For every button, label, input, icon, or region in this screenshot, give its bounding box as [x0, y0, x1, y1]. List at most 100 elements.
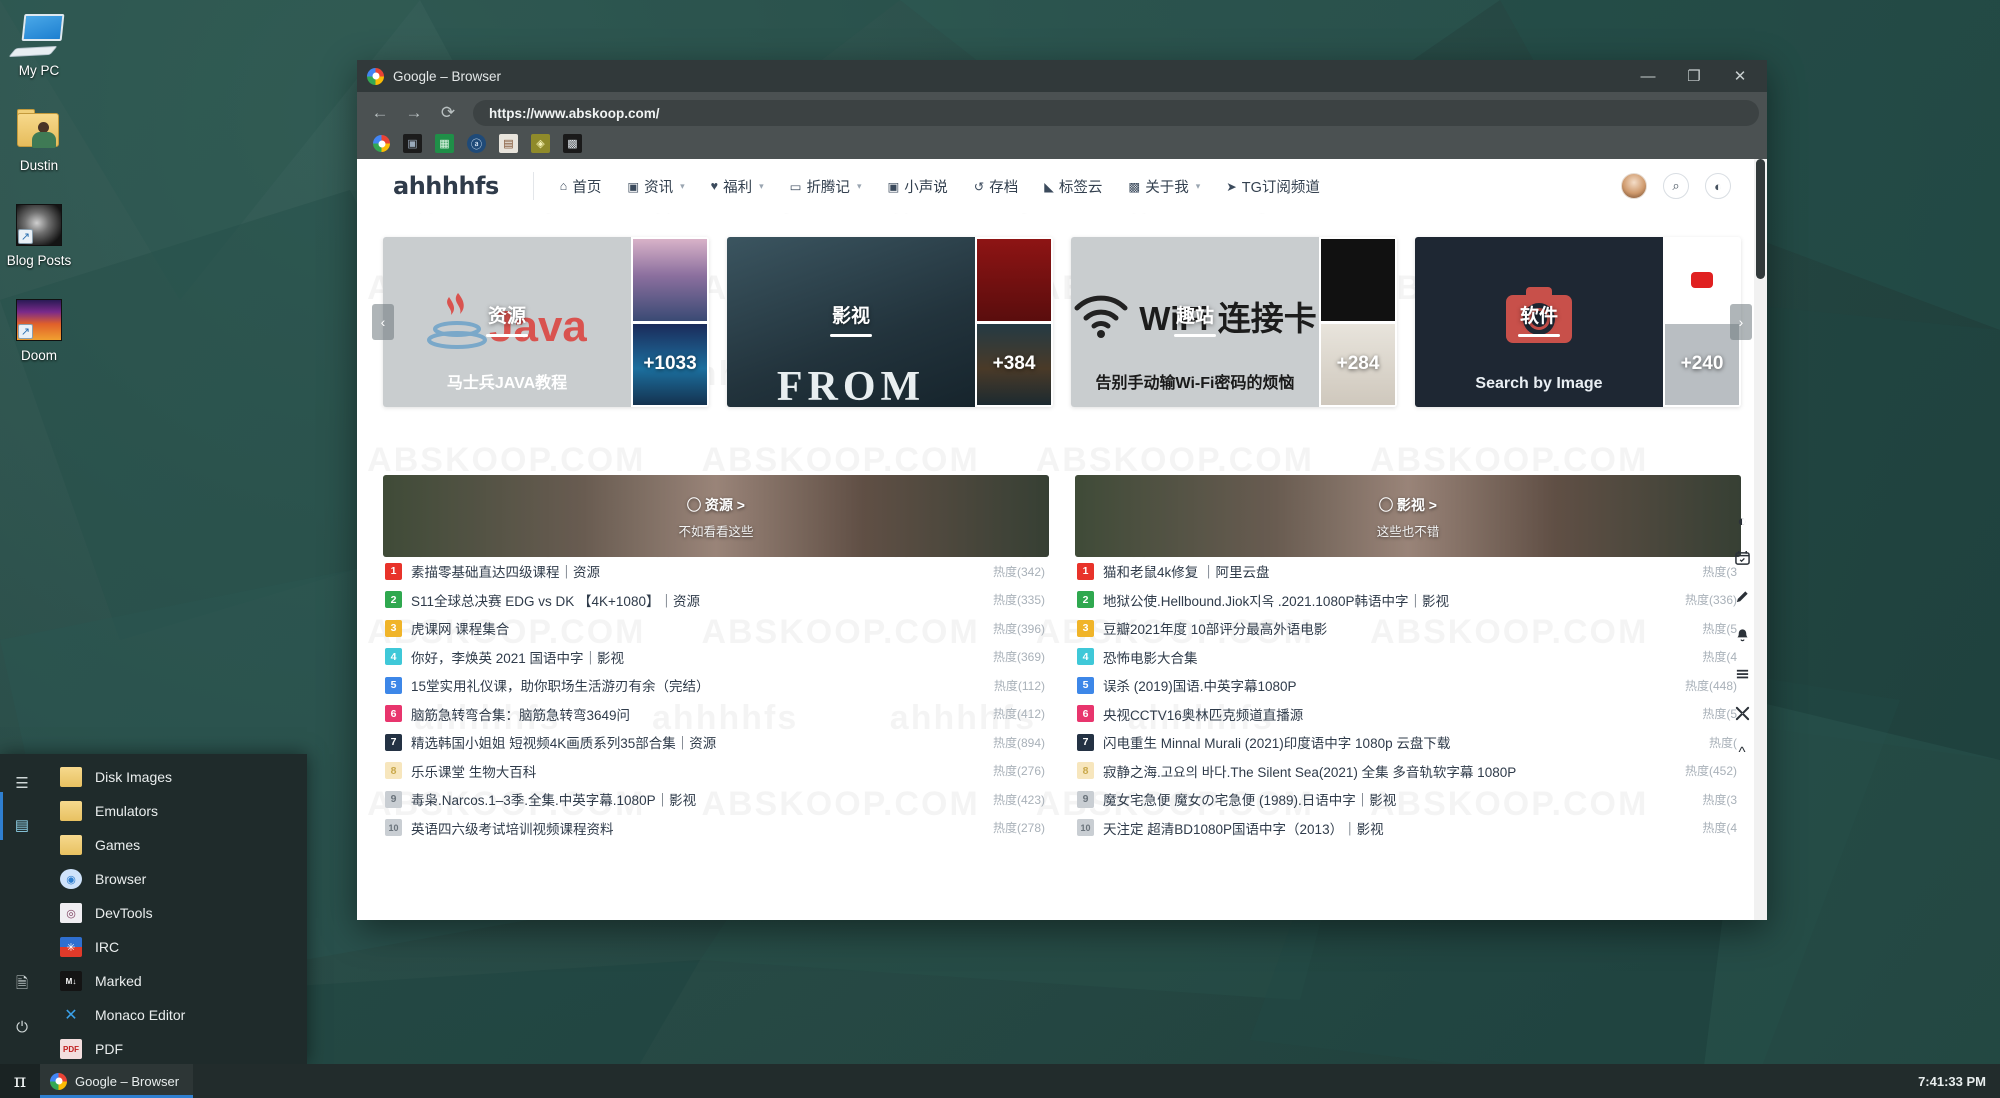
- hot-list-row[interactable]: 10天注定 超清BD1080P国语中字（2013）｜影视热度(4: [1075, 814, 1741, 843]
- carousel-prev-button[interactable]: ‹: [372, 304, 394, 340]
- carousel-thumb[interactable]: +384: [977, 324, 1051, 406]
- desktop-icon-dustin[interactable]: Dustin: [0, 105, 78, 174]
- nav-item-telegram[interactable]: ➤ TG订阅频道: [1226, 176, 1320, 197]
- hot-row-title: 脑筋急转弯合集：脑筋急转弯3649问: [411, 704, 983, 724]
- nav-item-tagcloud[interactable]: ◣ 标签云: [1044, 176, 1102, 197]
- calendar-icon[interactable]: [1735, 550, 1750, 568]
- appmenu-item-irc[interactable]: ✳ IRC: [54, 930, 307, 964]
- carousel-card-main[interactable]: 软件 Search by Image: [1415, 237, 1663, 407]
- spreadsheet-bookmark-icon[interactable]: ▦: [435, 134, 454, 153]
- photo-bookmark-icon[interactable]: ▣: [403, 134, 422, 153]
- hot-list-row[interactable]: 6央视CCTV16奥林匹克频道直播源热度(5: [1075, 700, 1741, 729]
- theme-toggle-icon[interactable]: ◐: [1737, 514, 1746, 529]
- carousel-card[interactable]: WiFi 连接卡 趣站 告别手动输Wi-Fi密码的烦恼 +284: [1071, 237, 1397, 407]
- bell-icon[interactable]: [1735, 628, 1750, 646]
- hot-list-row[interactable]: 4你好，李焕英 2021 国语中字｜影视热度(369): [383, 643, 1049, 672]
- carousel-thumb[interactable]: [977, 239, 1051, 321]
- box-bookmark-icon[interactable]: ◈: [531, 134, 550, 153]
- appmenu-item-pdf[interactable]: PDF PDF: [54, 1032, 307, 1066]
- hot-list-row[interactable]: 2地狱公使.Hellbound.Jiok지옥 .2021.1080P韩语中字｜影…: [1075, 586, 1741, 615]
- search-icon[interactable]: ⌕: [1663, 173, 1689, 199]
- window-titlebar[interactable]: Google – Browser — ❐ ✕: [357, 60, 1767, 92]
- scroll-top-icon[interactable]: ^: [1738, 745, 1745, 760]
- forward-button[interactable]: →: [399, 98, 429, 128]
- carousel-thumb[interactable]: +240: [1665, 324, 1739, 406]
- nav-item-about[interactable]: ▩ 关于我 ▾: [1128, 176, 1200, 197]
- nav-item-whisper[interactable]: ▣ 小声说: [887, 176, 947, 197]
- hot-list-row[interactable]: 6脑筋急转弯合集：脑筋急转弯3649问热度(412): [383, 700, 1049, 729]
- carousel-thumb[interactable]: [1665, 239, 1739, 321]
- printer-bookmark-icon[interactable]: ▩: [563, 134, 582, 153]
- carousel-thumb[interactable]: +1033: [633, 324, 707, 406]
- hot-list-row[interactable]: 7闪电重生 Minnal Murali (2021)印度语中字 1080p 云盘…: [1075, 728, 1741, 757]
- nav-item-home[interactable]: ⌂ 首页: [560, 176, 602, 197]
- hamburger-icon[interactable]: ☰: [8, 768, 36, 798]
- appmenu-item-browser[interactable]: ◉ Browser: [54, 862, 307, 896]
- appmenu-item-disk-images[interactable]: Disk Images: [54, 760, 307, 794]
- close-button[interactable]: ✕: [1717, 60, 1763, 92]
- nav-item-tinkering[interactable]: ▭ 折腾记 ▾: [790, 176, 862, 197]
- back-button[interactable]: ←: [365, 98, 395, 128]
- documents-icon[interactable]: 🗎: [8, 970, 36, 1000]
- page-scrollbar[interactable]: [1754, 159, 1767, 920]
- applist-icon[interactable]: ▤: [8, 810, 36, 840]
- hot-list-row[interactable]: 5误杀 (2019)国语.中英字幕1080P热度(448): [1075, 671, 1741, 700]
- carousel-card[interactable]: Java 资源 马士兵JAVA教程 +1033: [383, 237, 709, 407]
- telegram-icon: ➤: [1226, 179, 1236, 194]
- nav-item-archive[interactable]: ↺ 存档: [974, 176, 1018, 197]
- avatar[interactable]: [1621, 173, 1647, 199]
- hot-list-row[interactable]: 1素描零基础直达四级课程｜资源热度(342): [383, 557, 1049, 586]
- url-input[interactable]: https://www.abskoop.com/: [473, 100, 1759, 126]
- carousel-thumb[interactable]: +284: [1321, 324, 1395, 406]
- carousel-card[interactable]: 软件 Search by Image +240: [1415, 237, 1741, 407]
- site-logo[interactable]: ahhhhfs: [393, 172, 534, 200]
- hot-list-row[interactable]: 1猫和老鼠4k修复 ｜阿里云盘热度(3: [1075, 557, 1741, 586]
- hot-list-row[interactable]: 9魔女宅急便 魔女の宅急便 (1989).日语中字｜影视热度(3: [1075, 785, 1741, 814]
- hot-list-row[interactable]: 3虎课网 课程集合热度(396): [383, 614, 1049, 643]
- archive-bookmark-icon[interactable]: ⓐ: [467, 134, 486, 153]
- reload-button[interactable]: ⟳: [433, 98, 463, 128]
- desktop-icon-doom[interactable]: ↗ Doom: [0, 295, 78, 364]
- carousel-card[interactable]: 影视 FROM +384: [727, 237, 1053, 407]
- desktop-icon-blog-posts[interactable]: ↗ Blog Posts: [0, 200, 78, 269]
- carousel-card-main[interactable]: Java 资源 马士兵JAVA教程: [383, 237, 631, 407]
- list-icon[interactable]: [1735, 667, 1750, 685]
- hot-row-title: 恐怖电影大合集: [1103, 647, 1692, 667]
- hot-list-row[interactable]: 7精选韩国小姐姐 短视频4K画质系列35部合集｜资源热度(894): [383, 728, 1049, 757]
- nav-item-news[interactable]: ▣ 资讯 ▾: [627, 176, 684, 197]
- hot-list-banner[interactable]: ◯ 影视 > 这些也不错: [1075, 475, 1741, 557]
- hot-list-row[interactable]: 2S11全球总决赛 EDG vs DK 【4K+1080】｜资源热度(335): [383, 586, 1049, 615]
- hot-list-banner[interactable]: ◯ 资源 > 不如看看这些: [383, 475, 1049, 557]
- appmenu-item-emulators[interactable]: Emulators: [54, 794, 307, 828]
- power-icon[interactable]: ⏻: [8, 1012, 36, 1042]
- appmenu-item-devtools[interactable]: ◎ DevTools: [54, 896, 307, 930]
- appmenu-item-marked[interactable]: M↓ Marked: [54, 964, 307, 998]
- appmenu-item-monaco-editor[interactable]: ✕ Monaco Editor: [54, 998, 307, 1032]
- theme-toggle-icon[interactable]: ◐: [1705, 173, 1731, 199]
- taskbar-task-browser[interactable]: Google – Browser: [40, 1064, 193, 1098]
- pencil-icon[interactable]: [1735, 589, 1750, 607]
- desktop-icon-my-pc[interactable]: My PC: [0, 10, 78, 79]
- hot-list-row[interactable]: 10英语四六级考试培训视频课程资料热度(278): [383, 814, 1049, 843]
- appmenu-item-games[interactable]: Games: [54, 828, 307, 862]
- hot-list-row[interactable]: 3豆瓣2021年度 10部评分最高外语电影热度(5: [1075, 614, 1741, 643]
- hot-list-row[interactable]: 8乐乐课堂 生物大百科热度(276): [383, 757, 1049, 786]
- heart-icon: ♥: [711, 179, 718, 193]
- news-bookmark-icon[interactable]: ▤: [499, 134, 518, 153]
- carousel-card-main[interactable]: 影视 FROM: [727, 237, 975, 407]
- carousel-thumb[interactable]: [633, 239, 707, 321]
- maximize-button[interactable]: ❐: [1671, 60, 1717, 92]
- carousel-thumb[interactable]: [1321, 239, 1395, 321]
- start-button[interactable]: π: [0, 1064, 40, 1098]
- nav-item-welfare[interactable]: ♥ 福利 ▾: [711, 176, 764, 197]
- carousel-card-main[interactable]: WiFi 连接卡 趣站 告别手动输Wi-Fi密码的烦恼: [1071, 237, 1319, 407]
- hot-list-row[interactable]: 4恐怖电影大合集热度(4: [1075, 643, 1741, 672]
- google-bookmark-icon[interactable]: [373, 135, 390, 152]
- carousel-next-button[interactable]: ›: [1730, 304, 1752, 340]
- minimize-button[interactable]: —: [1625, 60, 1671, 92]
- hot-list-row[interactable]: 515堂实用礼仪课，助你职场生活游刃有余（完结）热度(112): [383, 671, 1049, 700]
- fullscreen-icon[interactable]: [1735, 706, 1750, 724]
- page-scrollbar-thumb[interactable]: [1756, 159, 1765, 279]
- hot-list-row[interactable]: 9毒枭.Narcos.1–3季.全集.中英字幕.1080P｜影视热度(423): [383, 785, 1049, 814]
- hot-list-row[interactable]: 8寂静之海.고요의 바다.The Silent Sea(2021) 全集 多音轨…: [1075, 757, 1741, 786]
